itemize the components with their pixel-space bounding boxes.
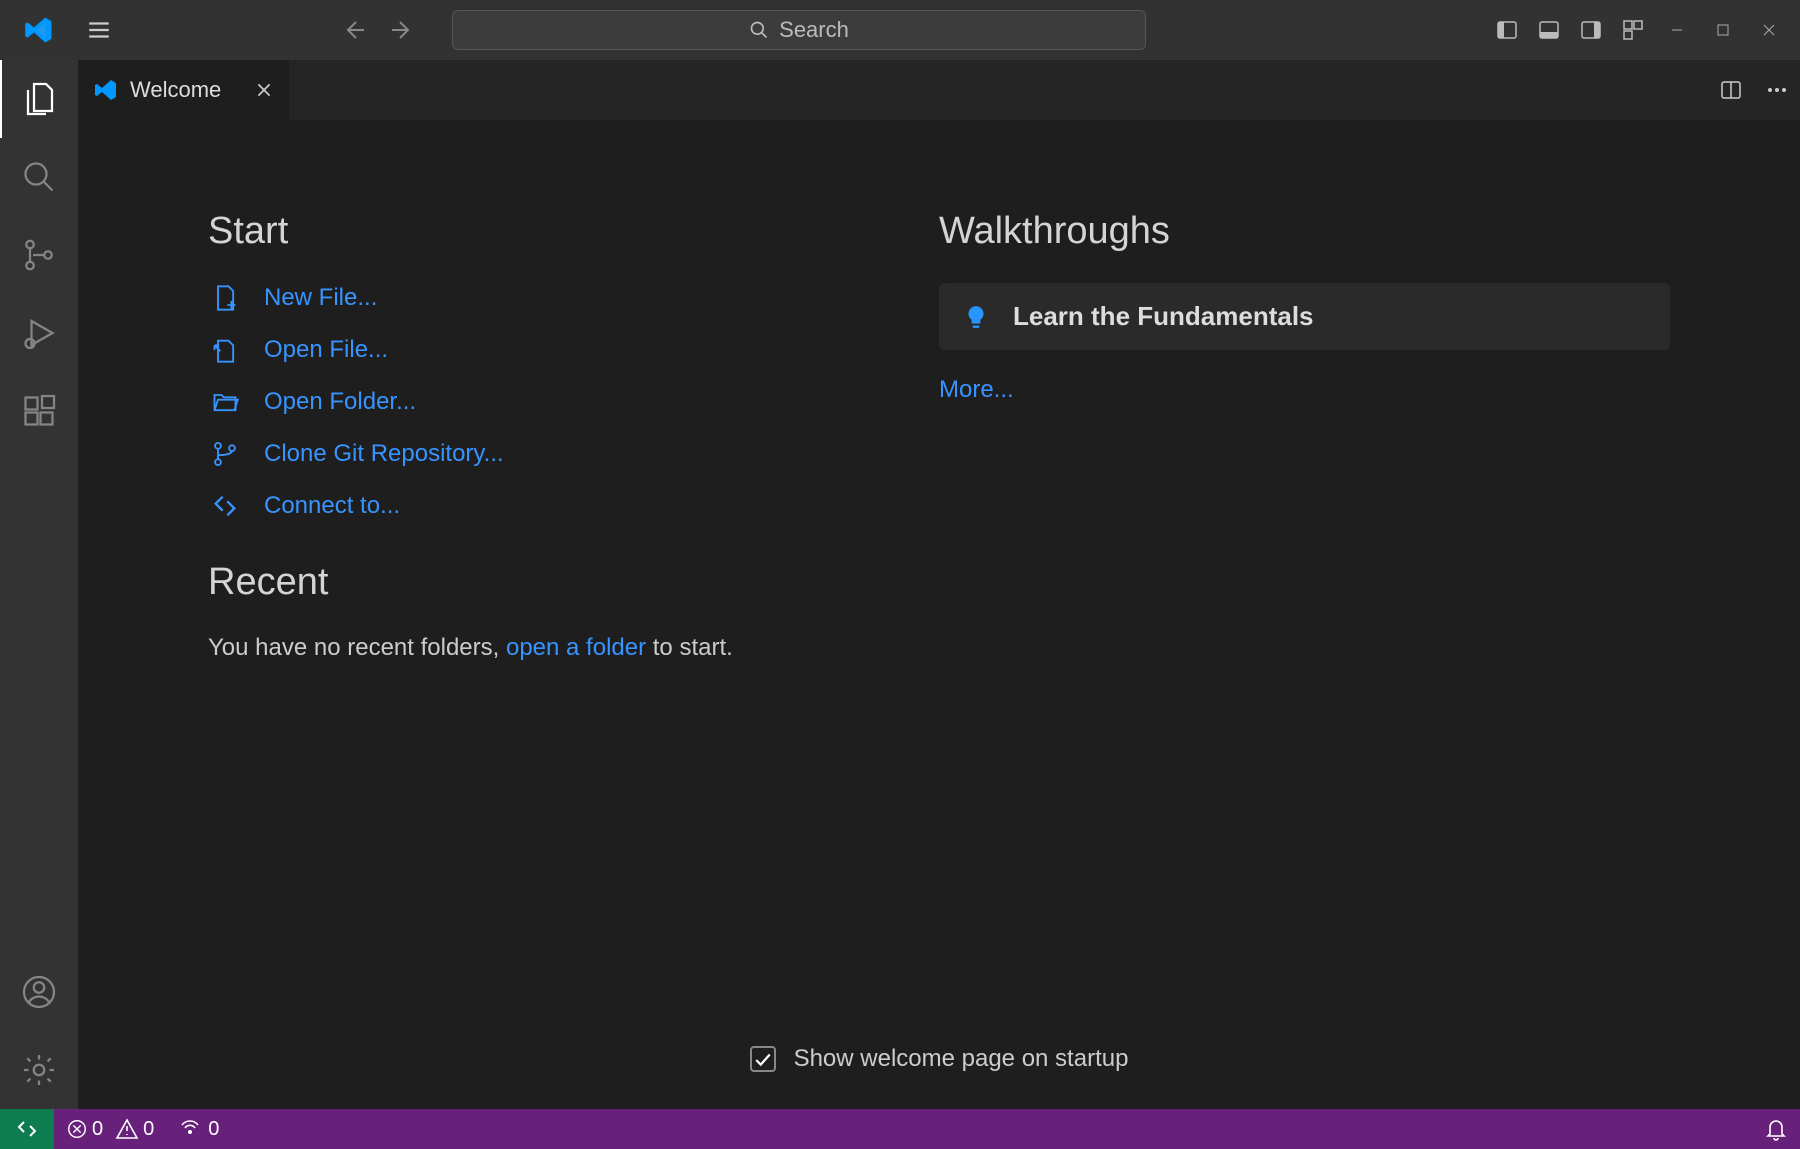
search-placeholder: Search [779,17,849,43]
extensions-tab[interactable] [0,372,78,450]
window-maximize-button[interactable] [1700,10,1746,50]
search-input[interactable]: Search [452,10,1146,50]
notifications-button[interactable] [1752,1109,1800,1149]
more-walkthroughs-link[interactable]: More... [939,376,1670,404]
connect-to-link[interactable]: Connect to... [208,491,939,521]
new-file-label: New File... [264,284,377,312]
problems-button[interactable]: 0 0 [54,1109,166,1149]
customize-layout-icon[interactable] [1612,9,1654,51]
layout-sidebar-right-icon[interactable] [1570,9,1612,51]
error-count: 0 [92,1118,103,1141]
clone-repo-label: Clone Git Repository... [264,440,504,468]
search-tab[interactable] [0,138,78,216]
ports-button[interactable]: 0 [166,1109,231,1149]
open-file-icon [208,335,242,365]
layout-panel-icon[interactable] [1528,9,1570,51]
nav-back-button[interactable] [334,10,374,50]
title-bar: Search [0,0,1800,60]
walkthrough-title: Learn the Fundamentals [1013,301,1314,332]
layout-sidebar-left-icon[interactable] [1486,9,1528,51]
explorer-tab[interactable] [0,60,78,138]
status-bar: 0 0 0 [0,1109,1800,1149]
split-editor-icon[interactable] [1708,60,1754,120]
startup-checkbox-label: Show welcome page on startup [794,1045,1129,1073]
walkthrough-card-fundamentals[interactable]: Learn the Fundamentals [939,283,1670,350]
new-file-link[interactable]: New File... [208,283,939,313]
open-folder-inline-link[interactable]: open a folder [506,634,646,661]
run-debug-tab[interactable] [0,294,78,372]
welcome-tab[interactable]: Welcome [78,60,289,120]
vscode-logo [0,15,78,45]
settings-button[interactable] [0,1031,78,1109]
editor-tabs: Welcome [78,60,1800,120]
window-minimize-button[interactable] [1654,10,1700,50]
connect-to-label: Connect to... [264,492,400,520]
start-heading: Start [208,210,939,253]
nav-forward-button[interactable] [382,10,422,50]
window-close-button[interactable] [1746,10,1792,50]
remote-icon [208,491,242,521]
open-file-label: Open File... [264,336,388,364]
clone-repo-link[interactable]: Clone Git Repository... [208,439,939,469]
open-file-link[interactable]: Open File... [208,335,939,365]
activity-bar [0,60,78,1109]
folder-icon [208,387,242,417]
recent-heading: Recent [208,561,939,604]
warning-count: 0 [143,1118,154,1141]
menu-button[interactable] [78,9,120,51]
walkthroughs-heading: Walkthroughs [939,210,1670,253]
more-actions-icon[interactable] [1754,60,1800,120]
startup-checkbox[interactable] [750,1046,776,1072]
tab-close-icon[interactable] [255,81,273,99]
git-branch-icon [208,439,242,469]
lightbulb-icon [963,304,989,330]
recent-empty-text: You have no recent folders, open a folde… [208,634,939,662]
recent-suffix: to start. [646,634,733,661]
tab-title: Welcome [130,77,221,103]
new-file-icon [208,283,242,313]
open-folder-label: Open Folder... [264,388,416,416]
recent-prefix: You have no recent folders, [208,634,506,661]
accounts-button[interactable] [0,953,78,1031]
source-control-tab[interactable] [0,216,78,294]
ports-count: 0 [208,1118,219,1141]
remote-button[interactable] [0,1109,54,1149]
open-folder-link[interactable]: Open Folder... [208,387,939,417]
